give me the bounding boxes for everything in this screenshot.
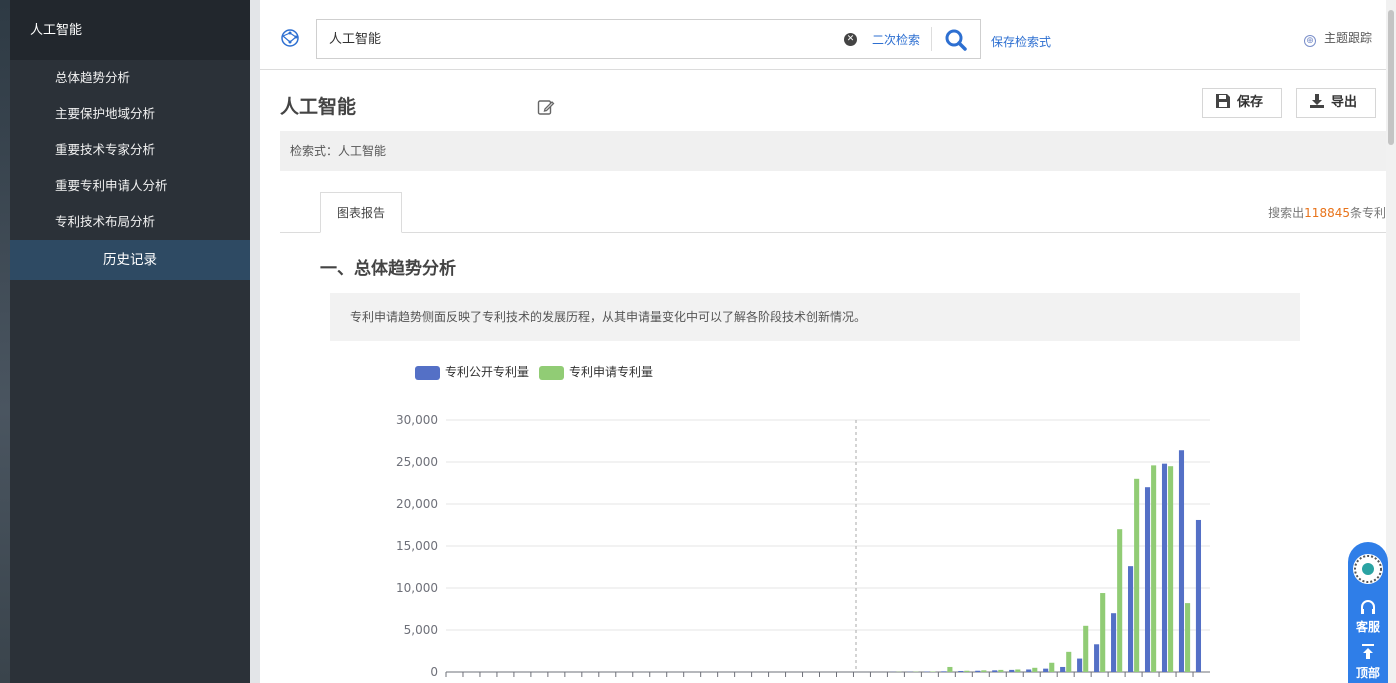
bar-publish bbox=[1009, 670, 1014, 672]
save-icon bbox=[1215, 93, 1231, 109]
result-prefix: 搜索出 bbox=[1268, 206, 1304, 220]
bar-apply bbox=[1185, 603, 1190, 672]
secondary-search-link[interactable]: 二次检索 bbox=[872, 31, 920, 48]
result-number: 118845 bbox=[1304, 206, 1350, 220]
main-content: ✕ 二次检索 保存检索式 ⊕主题跟踪 人工智能 保存 导出 检索式：人工智能 图… bbox=[260, 0, 1386, 683]
headset-icon[interactable] bbox=[1359, 599, 1377, 617]
bar-apply bbox=[998, 670, 1003, 672]
bar-publish bbox=[1145, 487, 1150, 672]
bar-apply bbox=[947, 667, 952, 672]
query-label: 检索式： bbox=[290, 144, 338, 158]
bar-apply bbox=[1134, 479, 1139, 672]
export-button-label: 导出 bbox=[1331, 95, 1357, 110]
search-input[interactable] bbox=[329, 30, 829, 45]
bar-publish bbox=[1196, 520, 1201, 672]
bar-publish bbox=[1026, 669, 1031, 672]
query-bar: 检索式：人工智能 bbox=[280, 131, 1386, 171]
sidebar-title: 人工智能 bbox=[10, 0, 250, 60]
legend-swatch-2 bbox=[539, 366, 564, 380]
bar-apply bbox=[1168, 466, 1173, 672]
topic-track-label: 主题跟踪 bbox=[1324, 31, 1372, 45]
divider bbox=[250, 0, 260, 683]
qr-code-icon[interactable] bbox=[1353, 554, 1383, 584]
search-separator bbox=[931, 27, 932, 51]
export-button[interactable]: 导出 bbox=[1296, 88, 1376, 118]
bar-apply bbox=[1117, 529, 1122, 672]
bar-publish bbox=[1111, 613, 1116, 672]
service-button[interactable]: 客服 bbox=[1348, 618, 1388, 635]
tab-chart-report[interactable]: 图表报告 bbox=[320, 192, 402, 233]
bar-publish bbox=[1077, 659, 1082, 672]
bar-apply bbox=[1049, 663, 1054, 672]
bar-publish bbox=[958, 671, 963, 672]
topic-track-link[interactable]: ⊕ 主题跟踪 bbox=[1304, 29, 1372, 47]
sidebar-item-tech-layout[interactable]: 专利技术布局分析 bbox=[10, 204, 250, 240]
bar-apply bbox=[1032, 668, 1037, 672]
sidebar-item-history[interactable]: 历史记录 bbox=[10, 240, 250, 280]
bar-publish bbox=[1094, 644, 1099, 672]
y-tick-label: 5,000 bbox=[404, 623, 438, 637]
bar-apply bbox=[1100, 593, 1105, 672]
to-top-icon[interactable] bbox=[1361, 644, 1375, 660]
bar-publish bbox=[941, 671, 946, 672]
bar-apply bbox=[930, 671, 935, 672]
result-count: 搜索出118845条专利 bbox=[1268, 204, 1386, 221]
sidebar-item-region[interactable]: 主要保护地域分析 bbox=[10, 96, 250, 132]
save-query-link[interactable]: 保存检索式 bbox=[991, 33, 1051, 50]
trend-chart: 专利公开专利量 专利申请专利量 30,000 25,000 20,000 15,000 10… bbox=[380, 355, 1240, 683]
result-suffix: 条专利 bbox=[1350, 206, 1386, 220]
track-icon: ⊕ bbox=[1304, 35, 1316, 47]
edit-icon[interactable] bbox=[537, 98, 555, 116]
y-tick-label: 0 bbox=[430, 665, 438, 679]
title-row: 人工智能 保存 导出 bbox=[260, 70, 1386, 130]
search-bar: ✕ 二次检索 保存检索式 ⊕ 主题跟踪 bbox=[260, 0, 1386, 70]
section-title: 一、总体趋势分析 bbox=[320, 254, 456, 279]
tabs-row: 图表报告 搜索出118845条专利 bbox=[280, 192, 1386, 233]
globe-icon[interactable] bbox=[280, 28, 300, 48]
legend-label-1: 专利公开专利量 bbox=[445, 364, 529, 379]
y-tick-label: 15,000 bbox=[396, 539, 438, 553]
bar-apply bbox=[1066, 652, 1071, 672]
search-box: ✕ 二次检索 bbox=[316, 19, 981, 59]
query-value: 人工智能 bbox=[338, 144, 386, 158]
to-top-button[interactable]: 顶部 bbox=[1348, 664, 1388, 681]
bar-publish bbox=[1162, 464, 1167, 672]
floating-toolbar: 客服 顶部 bbox=[1348, 542, 1388, 683]
clear-icon[interactable]: ✕ bbox=[844, 33, 857, 46]
bar-publish bbox=[1128, 566, 1133, 672]
bar-publish bbox=[992, 670, 997, 672]
bar-apply bbox=[1015, 669, 1020, 672]
sidebar: 人工智能 总体趋势分析 主要保护地域分析 重要技术专家分析 重要专利申请人分析 … bbox=[10, 0, 250, 683]
y-tick-label: 20,000 bbox=[396, 497, 438, 511]
sidebar-item-overall-trend[interactable]: 总体趋势分析 bbox=[10, 60, 250, 96]
bar-publish bbox=[1179, 450, 1184, 672]
bar-apply bbox=[1083, 626, 1088, 672]
bar-publish bbox=[1043, 669, 1048, 672]
search-icon[interactable] bbox=[943, 28, 969, 52]
window-edge bbox=[0, 0, 10, 683]
y-tick-label: 10,000 bbox=[396, 581, 438, 595]
sidebar-item-applicants[interactable]: 重要专利申请人分析 bbox=[10, 168, 250, 204]
page-title: 人工智能 bbox=[280, 92, 356, 119]
legend-label-2: 专利申请专利量 bbox=[569, 364, 653, 379]
save-button-label: 保存 bbox=[1237, 95, 1263, 110]
sidebar-item-experts[interactable]: 重要技术专家分析 bbox=[10, 132, 250, 168]
bar-apply bbox=[964, 671, 969, 672]
download-icon bbox=[1309, 93, 1325, 109]
bar-apply bbox=[981, 670, 986, 672]
scrollbar-thumb[interactable] bbox=[1388, 10, 1394, 145]
bar-apply bbox=[1151, 465, 1156, 672]
bar-publish bbox=[975, 671, 980, 672]
bar-publish bbox=[1060, 667, 1065, 672]
section-description: 专利申请趋势侧面反映了专利技术的发展历程，从其申请量变化中可以了解各阶段技术创新… bbox=[330, 293, 1300, 341]
y-tick-label: 30,000 bbox=[396, 413, 438, 427]
y-tick-label: 25,000 bbox=[396, 455, 438, 469]
save-button[interactable]: 保存 bbox=[1202, 88, 1282, 118]
legend-swatch-1 bbox=[415, 366, 440, 380]
